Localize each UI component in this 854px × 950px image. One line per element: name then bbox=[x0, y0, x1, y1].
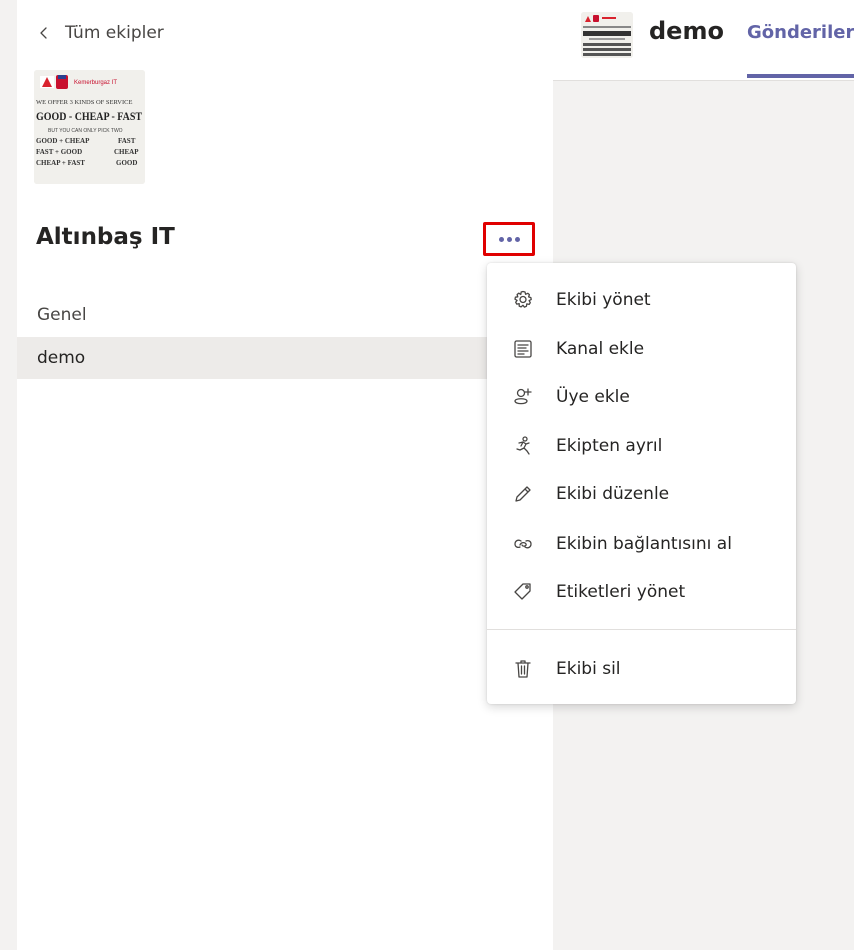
menu-item-label: Ekibi düzenle bbox=[556, 484, 670, 504]
menu-divider bbox=[487, 629, 796, 630]
leave-team-icon bbox=[512, 435, 534, 457]
menu-item-manage-tags[interactable]: Etiketleri yönet bbox=[487, 570, 796, 614]
logo-line-5: FAST + GOOD bbox=[36, 148, 82, 156]
menu-item-label: Ekibi sil bbox=[556, 659, 621, 679]
logo-result-6: GOOD bbox=[116, 159, 137, 167]
tag-icon bbox=[512, 581, 534, 603]
team-logo-image: Kemerburgaz IT WE OFFER 3 KINDS OF SERVI… bbox=[34, 70, 145, 184]
link-icon bbox=[512, 533, 534, 555]
channel-item-demo[interactable]: demo bbox=[17, 337, 553, 379]
logo-result-5: CHEAP bbox=[114, 148, 139, 156]
menu-item-leave-team[interactable]: Ekipten ayrıl bbox=[487, 424, 796, 468]
team-thumbnail-image bbox=[581, 12, 633, 58]
more-options-button[interactable] bbox=[483, 222, 535, 256]
logo-line-4: GOOD + CHEAP bbox=[36, 137, 90, 145]
menu-item-label: Üye ekle bbox=[556, 387, 630, 407]
add-channel-icon bbox=[512, 338, 534, 360]
logo-line-6: CHEAP + FAST bbox=[36, 159, 85, 167]
menu-item-label: Ekibi yönet bbox=[556, 290, 651, 310]
menu-item-get-team-link[interactable]: Ekibin bağlantısını al bbox=[487, 522, 796, 566]
menu-item-label: Etiketleri yönet bbox=[556, 582, 686, 602]
channel-title: demo bbox=[649, 17, 724, 45]
team-options-menu: Ekibi yönet Kanal ekle Üye ekle Ekipten … bbox=[487, 263, 796, 704]
menu-item-label: Ekipten ayrıl bbox=[556, 436, 663, 456]
active-tab-indicator bbox=[747, 74, 854, 78]
menu-item-manage-team[interactable]: Ekibi yönet bbox=[487, 278, 796, 322]
menu-item-label: Ekibin bağlantısını al bbox=[556, 534, 732, 554]
add-member-icon bbox=[512, 386, 534, 408]
channel-item-genel[interactable]: Genel bbox=[17, 294, 553, 336]
logo-result-4: FAST bbox=[118, 137, 136, 145]
back-label: Tüm ekipler bbox=[65, 23, 164, 43]
gear-icon bbox=[512, 289, 534, 311]
more-icon bbox=[498, 236, 520, 242]
menu-item-add-channel[interactable]: Kanal ekle bbox=[487, 327, 796, 371]
team-name: Altınbaş IT bbox=[36, 224, 175, 250]
menu-item-delete-team[interactable]: Ekibi sil bbox=[487, 647, 796, 691]
channel-header: demo Gönderiler bbox=[553, 0, 854, 81]
menu-item-add-member[interactable]: Üye ekle bbox=[487, 375, 796, 419]
logo-line-2: GOOD - CHEAP - FAST bbox=[36, 109, 142, 123]
menu-item-edit-team[interactable]: Ekibi düzenle bbox=[487, 472, 796, 516]
trash-icon bbox=[512, 658, 534, 680]
logo-brand-text: Kemerburgaz IT bbox=[74, 80, 117, 86]
logo-line-1: WE OFFER 3 KINDS OF SERVICE bbox=[36, 99, 132, 106]
tab-posts[interactable]: Gönderiler bbox=[747, 22, 854, 43]
team-sidebar: Tüm ekipler Kemerburgaz IT WE OFFER 3 KI… bbox=[17, 0, 553, 950]
chevron-left-icon bbox=[37, 26, 51, 40]
back-to-all-teams-link[interactable]: Tüm ekipler bbox=[37, 20, 164, 46]
pencil-icon bbox=[512, 483, 534, 505]
logo-line-3: BUT YOU CAN ONLY PICK TWO bbox=[48, 128, 123, 134]
menu-item-label: Kanal ekle bbox=[556, 339, 645, 359]
